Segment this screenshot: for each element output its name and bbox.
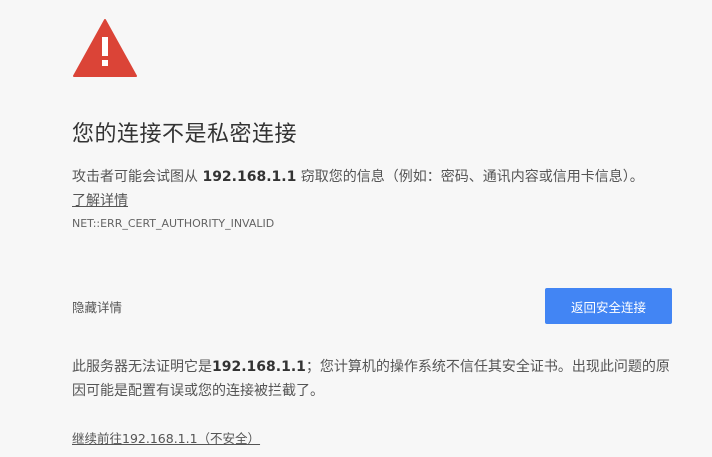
explanation-suffix: 窃取您的信息（例如：密码、通讯内容或信用卡信息）。 — [296, 169, 644, 185]
details-host: 192.168.1.1 — [212, 359, 306, 375]
error-code: NET::ERR_CERT_AUTHORITY_INVALID — [72, 217, 275, 230]
learn-more-link[interactable]: 了解详情 — [72, 190, 128, 210]
hide-details-button[interactable]: 隐藏详情 — [72, 297, 122, 316]
explanation-host: 192.168.1.1 — [202, 169, 297, 185]
details-prefix: 此服务器无法证明它是 — [72, 359, 212, 375]
proceed-unsafe-link[interactable]: 继续前往192.168.1.1（不安全） — [72, 428, 260, 447]
details-text: 此服务器无法证明它是192.168.1.1；您计算机的操作系统不信任其安全证书。… — [72, 355, 672, 403]
exclamation-dot — [102, 60, 108, 66]
back-to-safety-button[interactable]: 返回安全连接 — [545, 288, 672, 324]
interstitial-page: 您的连接不是私密连接 攻击者可能会试图从 192.168.1.1 窃取您的信息（… — [0, 0, 712, 457]
explanation-prefix: 攻击者可能会试图从 — [72, 169, 203, 185]
explanation-text: 攻击者可能会试图从 192.168.1.1 窃取您的信息（例如：密码、通讯内容或… — [72, 166, 644, 186]
warning-triangle-icon — [73, 19, 137, 77]
exclamation-bar — [102, 37, 108, 56]
page-title: 您的连接不是私密连接 — [72, 122, 298, 147]
